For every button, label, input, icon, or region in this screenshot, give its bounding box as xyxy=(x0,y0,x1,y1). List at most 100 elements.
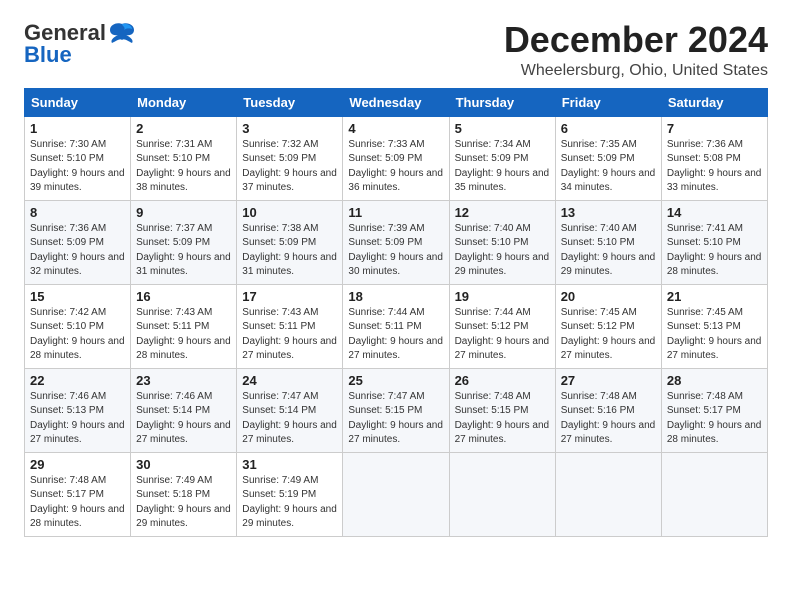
calendar-cell: 17Sunrise: 7:43 AMSunset: 5:11 PMDayligh… xyxy=(237,284,343,368)
day-detail: Sunrise: 7:44 AMSunset: 5:12 PMDaylight:… xyxy=(455,306,550,364)
calendar-header-wednesday: Wednesday xyxy=(343,88,449,116)
day-detail: Sunrise: 7:36 AMSunset: 5:08 PMDaylight:… xyxy=(667,138,762,196)
calendar-cell: 1 Sunrise: 7:30 AMSunset: 5:10 PMDaylight… xyxy=(25,116,131,200)
day-detail: Sunrise: 7:43 AMSunset: 5:11 PMDaylight:… xyxy=(136,306,231,364)
day-detail: Sunrise: 7:41 AMSunset: 5:10 PMDaylight:… xyxy=(667,222,762,280)
calendar-cell xyxy=(661,452,767,536)
calendar-cell xyxy=(449,452,555,536)
day-number: 29 xyxy=(30,457,125,472)
day-detail: Sunrise: 7:47 AMSunset: 5:14 PMDaylight:… xyxy=(242,390,337,448)
calendar-cell: 23 Sunrise: 7:46 AMSunset: 5:14 PMDayligh… xyxy=(131,368,237,452)
day-number: 23 xyxy=(136,373,231,388)
calendar-cell: 27 Sunrise: 7:48 AMSunset: 5:16 PMDayligh… xyxy=(555,368,661,452)
calendar-cell: 29 Sunrise: 7:48 AMSunset: 5:17 PMDayligh… xyxy=(25,452,131,536)
calendar-cell: 19 Sunrise: 7:44 AMSunset: 5:12 PMDayligh… xyxy=(449,284,555,368)
day-number: 11 xyxy=(348,205,443,220)
calendar-cell: 16 Sunrise: 7:43 AMSunset: 5:11 PMDayligh… xyxy=(131,284,237,368)
day-detail: Sunrise: 7:37 AMSunset: 5:09 PMDaylight:… xyxy=(136,222,231,280)
day-detail: Sunrise: 7:38 AMSunset: 5:09 PMDaylight:… xyxy=(242,222,337,280)
day-number: 8 xyxy=(30,205,125,220)
calendar-header-row: SundayMondayTuesdayWednesdayThursdayFrid… xyxy=(25,88,768,116)
day-detail: Sunrise: 7:46 AMSunset: 5:14 PMDaylight:… xyxy=(136,390,231,448)
day-number: 27 xyxy=(561,373,656,388)
day-detail: Sunrise: 7:45 AMSunset: 5:12 PMDaylight:… xyxy=(561,306,656,364)
day-number: 25 xyxy=(348,373,443,388)
day-detail: Sunrise: 7:31 AMSunset: 5:10 PMDaylight:… xyxy=(136,138,231,196)
calendar-cell: 5 Sunrise: 7:34 AMSunset: 5:09 PMDaylight… xyxy=(449,116,555,200)
calendar-cell: 13 Sunrise: 7:40 AMSunset: 5:10 PMDayligh… xyxy=(555,200,661,284)
day-number: 24 xyxy=(242,373,337,388)
calendar-week-row: 15 Sunrise: 7:42 AMSunset: 5:10 PMDayligh… xyxy=(25,284,768,368)
day-number: 4 xyxy=(348,121,443,136)
page-container: General Blue December 2024 Wheelersburg,… xyxy=(24,20,768,537)
calendar-cell: 6Sunrise: 7:35 AMSunset: 5:09 PMDaylight… xyxy=(555,116,661,200)
day-detail: Sunrise: 7:35 AMSunset: 5:09 PMDaylight:… xyxy=(561,138,656,196)
calendar-cell: 10 Sunrise: 7:38 AMSunset: 5:09 PMDayligh… xyxy=(237,200,343,284)
day-number: 15 xyxy=(30,289,125,304)
day-number: 18 xyxy=(348,289,443,304)
day-detail: Sunrise: 7:33 AMSunset: 5:09 PMDaylight:… xyxy=(348,138,443,196)
day-number: 19 xyxy=(455,289,550,304)
calendar-header-thursday: Thursday xyxy=(449,88,555,116)
day-number: 9 xyxy=(136,205,231,220)
day-number: 2 xyxy=(136,121,231,136)
logo: General Blue xyxy=(24,20,136,68)
day-detail: Sunrise: 7:30 AMSunset: 5:10 PMDaylight:… xyxy=(30,138,125,196)
calendar-week-row: 29 Sunrise: 7:48 AMSunset: 5:17 PMDayligh… xyxy=(25,452,768,536)
day-number: 3 xyxy=(242,121,337,136)
day-detail: Sunrise: 7:49 AMSunset: 5:19 PMDaylight:… xyxy=(242,474,337,532)
day-number: 21 xyxy=(667,289,762,304)
day-number: 28 xyxy=(667,373,762,388)
calendar-cell: 21 Sunrise: 7:45 AMSunset: 5:13 PMDayligh… xyxy=(661,284,767,368)
calendar-header-saturday: Saturday xyxy=(661,88,767,116)
day-number: 22 xyxy=(30,373,125,388)
day-detail: Sunrise: 7:47 AMSunset: 5:15 PMDaylight:… xyxy=(348,390,443,448)
day-detail: Sunrise: 7:40 AMSunset: 5:10 PMDaylight:… xyxy=(561,222,656,280)
day-detail: Sunrise: 7:48 AMSunset: 5:15 PMDaylight:… xyxy=(455,390,550,448)
calendar-week-row: 22 Sunrise: 7:46 AMSunset: 5:13 PMDayligh… xyxy=(25,368,768,452)
day-detail: Sunrise: 7:44 AMSunset: 5:11 PMDaylight:… xyxy=(348,306,443,364)
day-number: 26 xyxy=(455,373,550,388)
calendar-cell: 8 Sunrise: 7:36 AMSunset: 5:09 PMDaylight… xyxy=(25,200,131,284)
day-number: 1 xyxy=(30,121,125,136)
title-section: December 2024 Wheelersburg, Ohio, United… xyxy=(504,20,768,80)
logo-blue-text: Blue xyxy=(24,42,72,68)
calendar-header-friday: Friday xyxy=(555,88,661,116)
calendar-cell: 11Sunrise: 7:39 AMSunset: 5:09 PMDayligh… xyxy=(343,200,449,284)
day-number: 13 xyxy=(561,205,656,220)
subtitle: Wheelersburg, Ohio, United States xyxy=(504,62,768,80)
logo-bird-icon xyxy=(108,22,136,44)
day-detail: Sunrise: 7:45 AMSunset: 5:13 PMDaylight:… xyxy=(667,306,762,364)
day-number: 17 xyxy=(242,289,337,304)
calendar-cell: 15 Sunrise: 7:42 AMSunset: 5:10 PMDayligh… xyxy=(25,284,131,368)
calendar-cell: 9 Sunrise: 7:37 AMSunset: 5:09 PMDaylight… xyxy=(131,200,237,284)
day-number: 5 xyxy=(455,121,550,136)
calendar-cell: 30Sunrise: 7:49 AMSunset: 5:18 PMDayligh… xyxy=(131,452,237,536)
header: General Blue December 2024 Wheelersburg,… xyxy=(24,20,768,80)
calendar-cell: 24 Sunrise: 7:47 AMSunset: 5:14 PMDayligh… xyxy=(237,368,343,452)
calendar-cell: 2 Sunrise: 7:31 AMSunset: 5:10 PMDaylight… xyxy=(131,116,237,200)
calendar-header-tuesday: Tuesday xyxy=(237,88,343,116)
calendar-cell: 4 Sunrise: 7:33 AMSunset: 5:09 PMDaylight… xyxy=(343,116,449,200)
day-detail: Sunrise: 7:34 AMSunset: 5:09 PMDaylight:… xyxy=(455,138,550,196)
day-detail: Sunrise: 7:40 AMSunset: 5:10 PMDaylight:… xyxy=(455,222,550,280)
calendar-cell: 3 Sunrise: 7:32 AMSunset: 5:09 PMDaylight… xyxy=(237,116,343,200)
day-detail: Sunrise: 7:36 AMSunset: 5:09 PMDaylight:… xyxy=(30,222,125,280)
calendar-week-row: 8 Sunrise: 7:36 AMSunset: 5:09 PMDaylight… xyxy=(25,200,768,284)
day-detail: Sunrise: 7:48 AMSunset: 5:17 PMDaylight:… xyxy=(30,474,125,532)
calendar-cell: 22 Sunrise: 7:46 AMSunset: 5:13 PMDayligh… xyxy=(25,368,131,452)
calendar: SundayMondayTuesdayWednesdayThursdayFrid… xyxy=(24,88,768,537)
day-number: 14 xyxy=(667,205,762,220)
day-number: 10 xyxy=(242,205,337,220)
day-detail: Sunrise: 7:32 AMSunset: 5:09 PMDaylight:… xyxy=(242,138,337,196)
calendar-cell: 14 Sunrise: 7:41 AMSunset: 5:10 PMDayligh… xyxy=(661,200,767,284)
day-number: 16 xyxy=(136,289,231,304)
calendar-cell xyxy=(555,452,661,536)
day-number: 20 xyxy=(561,289,656,304)
day-number: 7 xyxy=(667,121,762,136)
day-detail: Sunrise: 7:48 AMSunset: 5:16 PMDaylight:… xyxy=(561,390,656,448)
day-detail: Sunrise: 7:49 AMSunset: 5:18 PMDaylight:… xyxy=(136,474,231,532)
calendar-cell: 28Sunrise: 7:48 AMSunset: 5:17 PMDayligh… xyxy=(661,368,767,452)
day-detail: Sunrise: 7:46 AMSunset: 5:13 PMDaylight:… xyxy=(30,390,125,448)
day-detail: Sunrise: 7:42 AMSunset: 5:10 PMDaylight:… xyxy=(30,306,125,364)
